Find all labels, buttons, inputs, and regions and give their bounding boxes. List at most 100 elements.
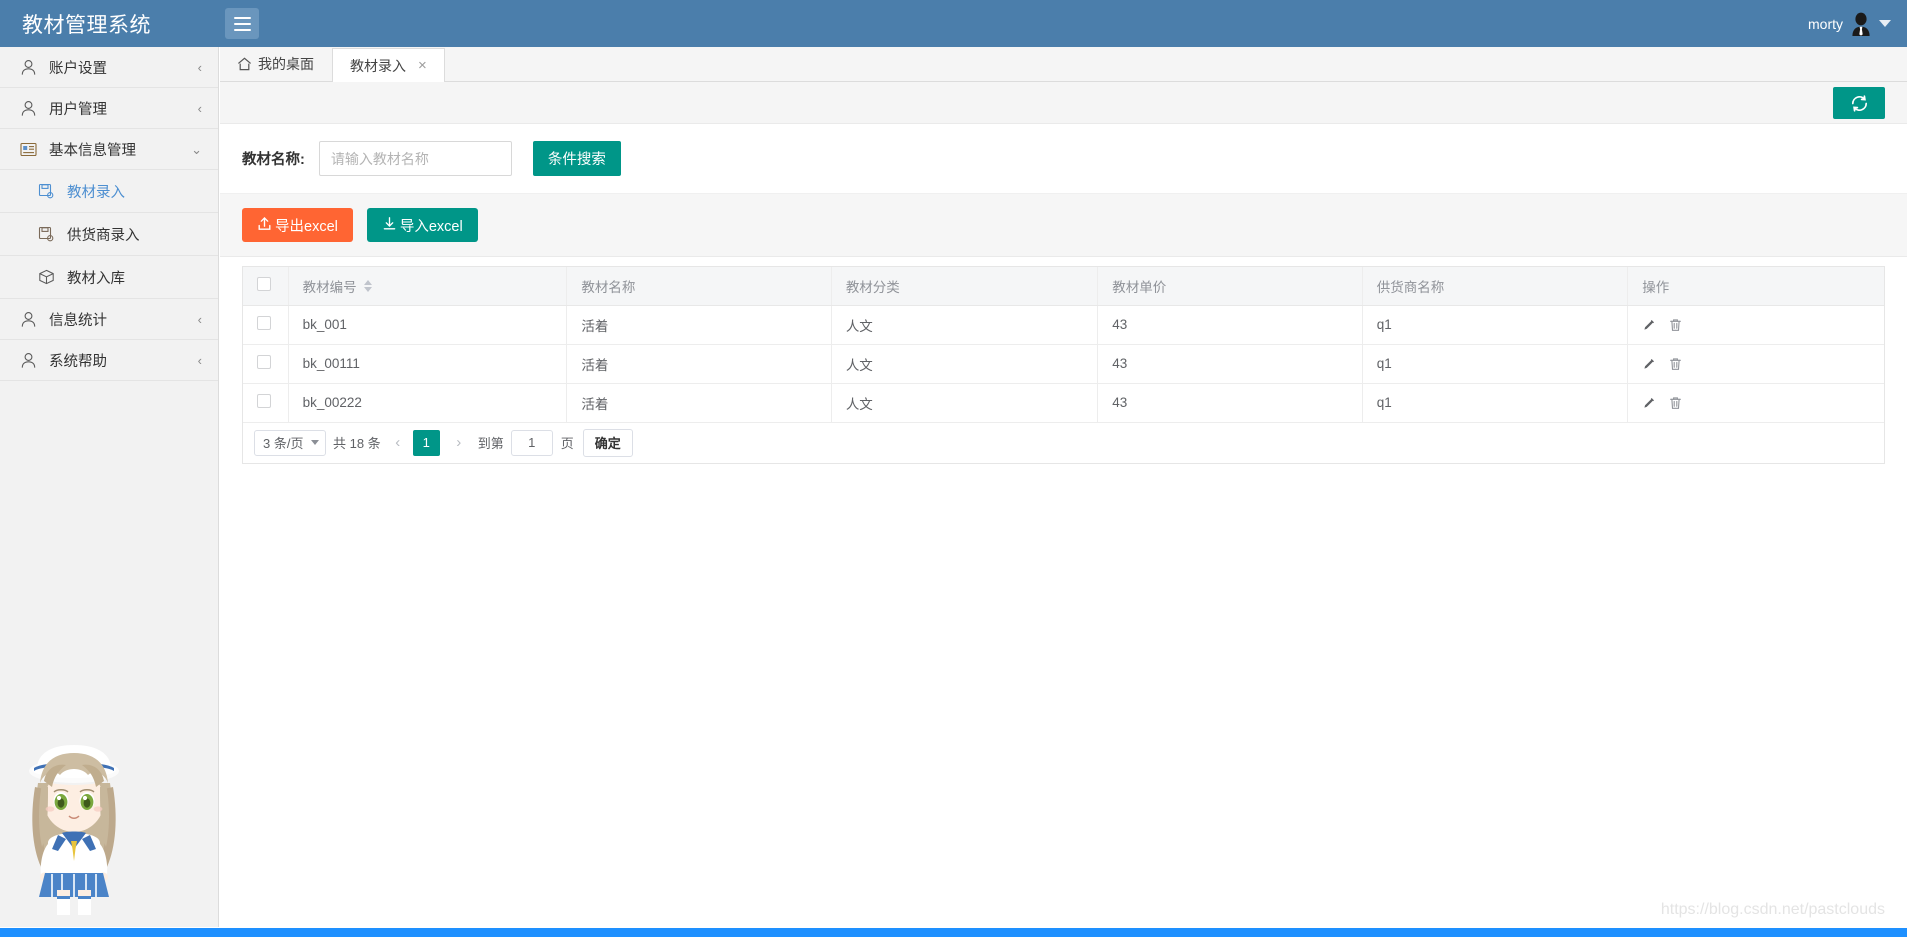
row-checkbox[interactable] xyxy=(257,394,271,408)
sidebar: 账户设置 ‹ 用户管理 ‹ 基本信息管理 ⌄ 教材录入 供货商录入 教材入库 信… xyxy=(0,47,219,927)
cell-operations xyxy=(1627,305,1884,345)
cell-textbook-name: 活着 xyxy=(566,305,832,345)
top-header: 教材管理系统 morty xyxy=(0,0,1907,47)
search-input[interactable] xyxy=(318,141,512,176)
search-label: 教材名称: xyxy=(242,152,305,168)
cell-textbook-category: 人文 xyxy=(831,305,1099,345)
row-checkbox[interactable] xyxy=(257,355,271,369)
jump-prefix-label: 到第 xyxy=(477,436,504,451)
trash-icon[interactable] xyxy=(1669,357,1682,371)
caret-down-icon xyxy=(1879,20,1891,27)
cell-operations xyxy=(1627,383,1884,423)
refresh-button[interactable] xyxy=(1833,87,1885,119)
tab-label: 教材录入 xyxy=(350,57,406,74)
main-area: 我的桌面 教材录入 × 教材名称: 请输入教材名称 条件搜索 导出excel 导… xyxy=(220,47,1907,927)
user-menu[interactable]: morty xyxy=(1808,12,1907,36)
tab-label: 我的桌面 xyxy=(258,56,314,72)
cell-textbook-code: bk_00111 xyxy=(288,344,568,384)
hamburger-icon[interactable] xyxy=(225,8,259,39)
prev-page-button[interactable]: ‹ xyxy=(385,430,411,456)
refresh-strip xyxy=(220,82,1907,124)
sidebar-item-label: 基本信息管理 xyxy=(49,142,136,159)
upload-icon xyxy=(257,216,272,235)
header-operations: 操作 xyxy=(1627,267,1884,306)
chevron-left-icon: ‹ xyxy=(197,59,202,75)
header-textbook-category: 教材分类 xyxy=(831,267,1099,306)
close-icon[interactable]: × xyxy=(418,58,427,73)
sidebar-item-info-statistics[interactable]: 信息统计 ‹ xyxy=(0,299,218,340)
export-excel-button[interactable]: 导出excel xyxy=(242,208,353,242)
export-excel-label: 导出excel xyxy=(275,218,338,235)
next-page-button[interactable]: › xyxy=(446,430,472,456)
import-excel-button[interactable]: 导入excel xyxy=(366,208,478,242)
trash-icon[interactable] xyxy=(1669,318,1682,332)
cell-supplier-name: q1 xyxy=(1362,344,1629,384)
header-textbook-code[interactable]: 教材编号 xyxy=(288,267,568,306)
sidebar-item-textbook-stockin[interactable]: 教材入库 xyxy=(0,256,218,299)
total-count-label: 共 18 条 xyxy=(333,436,381,451)
content-panel: 教材名称: 条件搜索 导出excel xyxy=(220,82,1907,927)
chevron-left-icon: ‹ xyxy=(197,100,202,116)
sidebar-item-textbook-entry[interactable]: 教材录入 xyxy=(0,170,218,213)
sidebar-item-account-settings[interactable]: 账户设置 ‹ xyxy=(0,47,218,88)
pencil-icon[interactable] xyxy=(1642,396,1656,410)
cell-textbook-code: bk_001 xyxy=(288,305,568,345)
page-size-select[interactable]: 3 条/页 xyxy=(254,429,326,456)
sidebar-item-supplier-entry[interactable]: 供货商录入 xyxy=(0,213,218,256)
jump-unit-label: 页 xyxy=(560,436,574,451)
hamburger-bar xyxy=(233,16,251,19)
trash-icon[interactable] xyxy=(1669,396,1682,410)
action-bar: 导出excel 导入excel xyxy=(220,194,1907,257)
table-row[interactable]: bk_001 活着 人文 43 q1 xyxy=(243,305,1884,345)
user-icon xyxy=(18,309,38,329)
row-select-cell xyxy=(243,305,289,345)
header-supplier-name: 供货商名称 xyxy=(1362,267,1629,306)
pencil-icon[interactable] xyxy=(1642,357,1656,371)
cell-textbook-price: 43 xyxy=(1097,305,1363,345)
sidebar-item-user-management[interactable]: 用户管理 ‹ xyxy=(0,88,218,129)
cell-textbook-code: bk_00222 xyxy=(288,383,568,423)
page-number-1[interactable]: 1 xyxy=(412,429,440,456)
user-name: morty xyxy=(1808,15,1843,32)
sidebar-item-label: 信息统计 xyxy=(49,312,107,329)
table-row[interactable]: bk_00111 活着 人文 43 q1 xyxy=(243,344,1884,384)
table-head: 教材编号 教材名称 教材分类 教材单价 供货商名称 操作 xyxy=(243,267,1884,306)
sidebar-item-basic-info-management[interactable]: 基本信息管理 ⌄ xyxy=(0,129,218,170)
chevron-left-icon: ‹ xyxy=(197,352,202,368)
home-icon xyxy=(237,57,252,71)
user-icon xyxy=(18,350,38,370)
select-all-checkbox[interactable] xyxy=(257,277,271,292)
tab-textbook-entry[interactable]: 教材录入 × xyxy=(332,48,445,82)
id-card-icon xyxy=(18,139,38,159)
sidebar-item-label: 供货商录入 xyxy=(67,227,140,244)
header-label: 教材编号 xyxy=(302,279,357,295)
import-excel-label: 导入excel xyxy=(399,218,463,235)
cell-textbook-category: 人文 xyxy=(831,383,1099,423)
chevron-down-icon xyxy=(311,440,319,445)
brand-title: 教材管理系统 xyxy=(22,13,151,37)
search-button[interactable]: 条件搜索 xyxy=(532,141,621,176)
download-icon xyxy=(382,216,397,235)
header-textbook-price: 教材单价 xyxy=(1097,267,1363,306)
anime-mascot-illustration xyxy=(8,725,140,915)
row-select-cell xyxy=(243,344,289,384)
search-panel: 教材名称: 条件搜索 xyxy=(220,124,1907,194)
jump-confirm-button[interactable]: 确定 xyxy=(582,428,633,457)
cell-textbook-category: 人文 xyxy=(831,344,1099,384)
application-root: 教材管理系统 morty 账户设置 ‹ 用户管理 ‹ 基本信息管理 ⌄ 教材录入… xyxy=(0,0,1907,937)
jump-page-input[interactable] xyxy=(510,429,553,456)
file-save-icon xyxy=(36,224,56,244)
pagination-bar: 3 条/页 共 18 条 ‹ 1 › 到第 页 确定 xyxy=(242,422,1885,464)
chevron-down-icon: ⌄ xyxy=(191,141,202,157)
sort-icon[interactable] xyxy=(363,279,372,292)
sidebar-item-label: 账户设置 xyxy=(49,60,107,77)
row-checkbox[interactable] xyxy=(257,316,271,330)
watermark-text: https://blog.csdn.net/pastclouds xyxy=(1660,901,1885,918)
cell-supplier-name: q1 xyxy=(1362,305,1629,345)
tab-my-desktop[interactable]: 我的桌面 xyxy=(220,47,332,81)
sidebar-item-label: 系统帮助 xyxy=(49,353,107,370)
page-size-label: 3 条/页 xyxy=(263,436,304,451)
pencil-icon[interactable] xyxy=(1642,318,1656,332)
sidebar-item-system-help[interactable]: 系统帮助 ‹ xyxy=(0,340,218,381)
table-row[interactable]: bk_00222 活着 人文 43 q1 xyxy=(243,383,1884,423)
